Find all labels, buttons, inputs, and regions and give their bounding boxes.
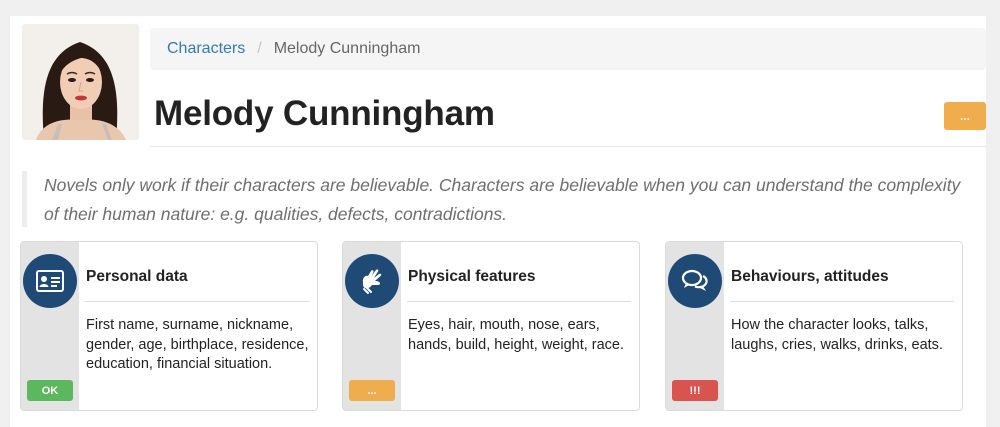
character-avatar [22, 24, 139, 140]
card-description: How the character looks, talks, laughs, … [731, 317, 943, 353]
status-badge-pending[interactable]: ... [349, 380, 395, 401]
id-card-icon [23, 254, 77, 308]
card-title: Behaviours, attitudes [731, 268, 889, 285]
intro-blockquote: Novels only work if their characters are… [22, 171, 962, 227]
card-title: Physical features [408, 268, 536, 285]
card-divider [407, 301, 631, 302]
card-description: First name, surname, nickname, gender, a… [86, 317, 309, 372]
card-divider [85, 301, 309, 302]
card-title: Personal data [86, 268, 188, 285]
breadcrumb-current: Melody Cunningham [273, 40, 421, 57]
card-description: Eyes, hair, mouth, nose, ears, hands, bu… [408, 317, 625, 353]
title-divider [150, 146, 986, 147]
chat-bubbles-icon [668, 254, 722, 308]
sign-language-icon [345, 254, 399, 308]
breadcrumb-characters-link[interactable]: Characters [167, 40, 245, 58]
portrait-image [22, 24, 139, 140]
more-options-button[interactable]: ... [944, 102, 986, 130]
page-title: Melody Cunningham [154, 94, 495, 133]
character-page: Characters / Melody Cunningham Melody Cu… [10, 16, 986, 427]
physical-features-card[interactable]: ... Physical features Eyes, hair, mouth,… [342, 241, 640, 411]
status-badge-ok[interactable]: OK [27, 380, 73, 401]
card-divider [730, 301, 954, 302]
breadcrumb-separator: / [257, 40, 262, 57]
breadcrumb: Characters / Melody Cunningham [150, 28, 986, 70]
status-badge-incomplete[interactable]: !!! [672, 380, 718, 401]
personal-data-card[interactable]: OK Personal data First name, surname, ni… [20, 241, 318, 411]
behaviours-attitudes-card[interactable]: !!! Behaviours, attitudes How the charac… [665, 241, 963, 411]
